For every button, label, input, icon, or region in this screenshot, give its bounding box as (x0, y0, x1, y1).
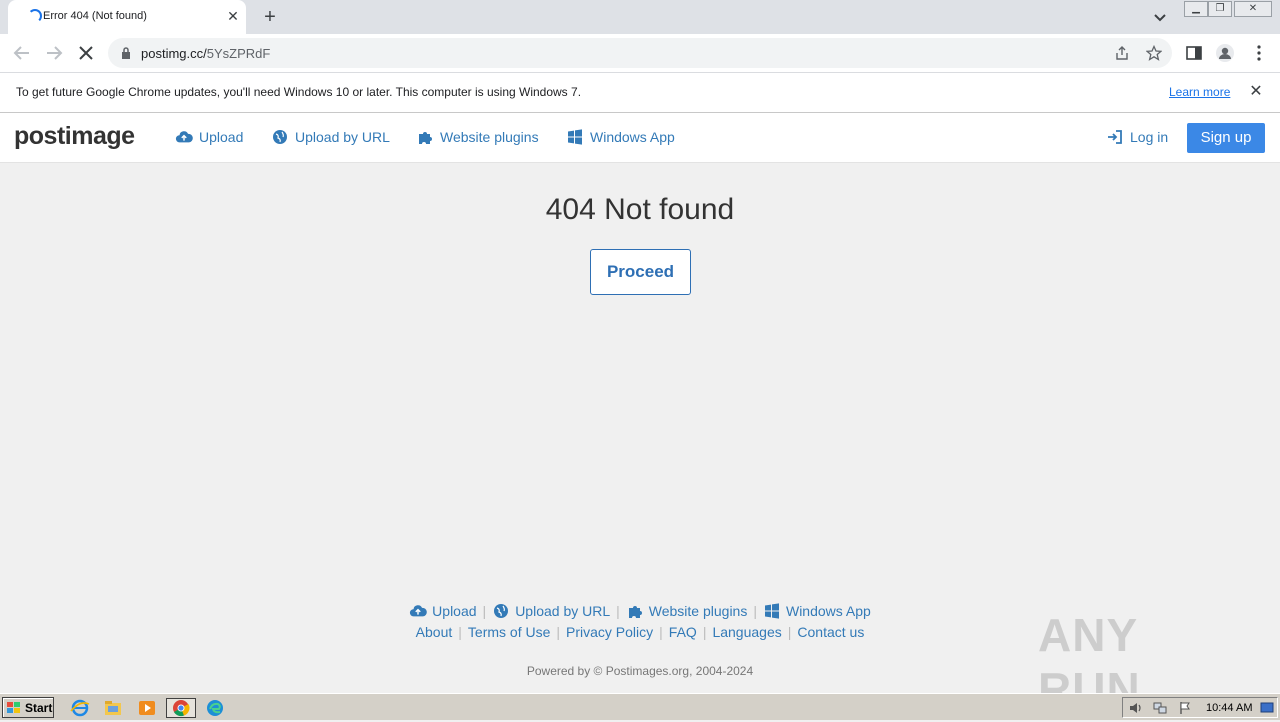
sign-in-icon (1108, 130, 1122, 144)
footer-link-website-plugins[interactable]: Website plugins (626, 603, 748, 619)
footer-separator: | (702, 624, 707, 640)
action-center-flag-icon[interactable] (1178, 701, 1192, 715)
globe-icon (494, 604, 509, 618)
tab-search-chevron-icon[interactable] (1152, 9, 1168, 25)
start-button[interactable]: Start (2, 697, 54, 718)
lock-icon[interactable] (121, 47, 131, 59)
file-explorer-icon[interactable] (102, 698, 124, 718)
sign-up-button[interactable]: Sign up (1187, 123, 1265, 153)
infobar-message: To get future Google Chrome updates, you… (16, 85, 582, 99)
address-bar[interactable]: postimg.cc/5YsZPRdF (108, 38, 1172, 68)
footer-link-upload[interactable]: Upload (409, 603, 477, 619)
share-icon[interactable] (1114, 45, 1130, 61)
browser-tab[interactable]: Error 404 (Not found) ✕ (8, 0, 246, 34)
internet-explorer-icon[interactable] (69, 698, 91, 718)
nav-website-plugins[interactable]: Website plugins (416, 129, 539, 145)
footer-link-website-plugins-label: Website plugins (648, 603, 748, 619)
browser-toolbar: postimg.cc/5YsZPRdF (0, 34, 1280, 72)
logo-text-accent: image (64, 122, 135, 150)
windows-flag-icon (7, 701, 20, 713)
nav-upload-by-url[interactable]: Upload by URL (271, 129, 390, 145)
start-label: Start (25, 700, 53, 715)
loading-spinner-icon (28, 9, 42, 23)
postimage-logo[interactable]: postimage (14, 122, 135, 151)
footer-link-terms[interactable]: Terms of Use (468, 624, 550, 640)
nav-windows-app[interactable]: Windows App (566, 129, 675, 145)
footer-link-languages[interactable]: Languages (712, 624, 781, 640)
nav-log-in-label: Log in (1130, 129, 1169, 145)
anyrun-watermark: ANY RUN (1038, 609, 1141, 715)
bookmark-star-icon[interactable] (1146, 45, 1162, 61)
update-infobar: To get future Google Chrome updates, you… (0, 72, 1280, 113)
chrome-icon (173, 700, 190, 717)
proceed-button[interactable]: Proceed (590, 249, 691, 295)
footer-link-privacy[interactable]: Privacy Policy (566, 624, 653, 640)
media-player-icon[interactable] (136, 698, 158, 718)
footer-separator: | (556, 624, 561, 640)
page-title: 404 Not found (545, 193, 735, 226)
logo-text-main: post (14, 122, 65, 150)
forward-icon[interactable] (43, 42, 65, 64)
tab-title: Error 404 (Not found) (43, 10, 147, 22)
new-tab-icon[interactable]: + (259, 6, 281, 28)
footer-separator: | (659, 624, 663, 640)
infobar-close-icon[interactable]: ✕ (1247, 83, 1265, 101)
puzzle-icon (419, 132, 432, 144)
taskbar-clock[interactable]: 10:44 AM (1206, 702, 1252, 714)
nav-log-in[interactable]: Log in (1106, 129, 1168, 145)
windows-taskbar: Start 10:44 AM (0, 693, 1280, 720)
globe-icon (273, 130, 287, 144)
network-icon[interactable] (1152, 701, 1168, 715)
footer-separator: | (616, 603, 620, 619)
nav-website-plugins-label: Website plugins (440, 129, 539, 145)
show-desktop-icon[interactable] (1260, 702, 1274, 714)
url-path: 5YsZPRdF (206, 46, 271, 61)
footer-separator: | (482, 603, 487, 619)
profile-avatar-icon[interactable] (1215, 43, 1235, 63)
site-header: postimage Upload Upload by URL Website p… (0, 113, 1280, 163)
footer-separator: | (458, 624, 462, 640)
windows-logo-icon (764, 603, 779, 619)
restore-window-icon[interactable]: ❐ (1208, 1, 1232, 17)
taskbar-chrome-button[interactable] (166, 698, 196, 718)
puzzle-icon (628, 606, 642, 618)
nav-windows-app-label: Windows App (590, 129, 675, 145)
learn-more-link[interactable]: Learn more (1169, 85, 1230, 99)
footer-separator: | (753, 603, 757, 619)
footer-link-windows-app[interactable]: Windows App (763, 603, 871, 619)
footer-link-contact[interactable]: Contact us (797, 624, 864, 640)
footer-link-about[interactable]: About (416, 624, 453, 640)
url-host: postimg.cc/ (141, 46, 207, 61)
close-window-icon[interactable]: ✕ (1234, 1, 1272, 17)
windows-logo-icon (568, 129, 582, 145)
nav-upload-by-url-label: Upload by URL (295, 129, 390, 145)
footer-link-faq[interactable]: FAQ (669, 624, 697, 640)
side-panel-icon[interactable] (1184, 43, 1204, 63)
tab-close-icon[interactable]: ✕ (224, 7, 242, 25)
edge-icon[interactable] (204, 698, 226, 718)
footer-link-windows-app-label: Windows App (785, 603, 871, 619)
minimize-window-icon[interactable]: ▁ (1184, 1, 1208, 17)
volume-icon[interactable] (1128, 701, 1144, 715)
system-tray: 10:44 AM (1122, 697, 1278, 718)
nav-upload[interactable]: Upload (175, 129, 243, 145)
chrome-menu-icon[interactable] (1249, 43, 1269, 63)
nav-upload-label: Upload (199, 129, 244, 145)
tab-strip: Error 404 (Not found) ✕ + ▁ ❐ ✕ (0, 0, 1280, 34)
footer-link-upload-by-url[interactable]: Upload by URL (492, 603, 610, 619)
stop-loading-icon[interactable] (75, 42, 97, 64)
cloud-upload-icon (175, 131, 193, 143)
cloud-upload-icon (410, 605, 427, 617)
footer-link-upload-label: Upload (432, 603, 477, 619)
back-icon[interactable] (11, 42, 33, 64)
footer-separator: | (787, 624, 792, 640)
footer-link-upload-by-url-label: Upload by URL (515, 603, 611, 619)
url-text[interactable]: postimg.cc/5YsZPRdF (141, 46, 270, 61)
